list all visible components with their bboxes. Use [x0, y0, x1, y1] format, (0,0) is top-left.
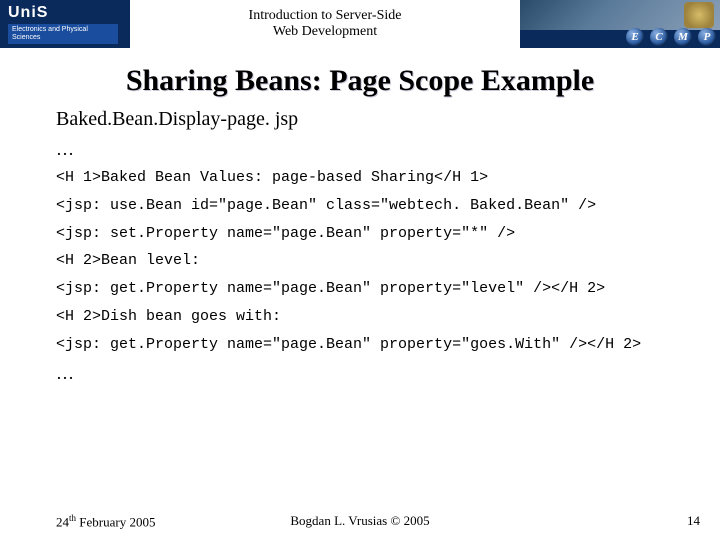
code-line: <H 2>Bean level: — [56, 252, 684, 271]
slide-header: UniS Electronics and Physical Sciences I… — [0, 0, 720, 48]
code-line: <H 2>Dish bean goes with: — [56, 308, 684, 327]
header-right: E C M P — [520, 0, 720, 48]
crest-icon — [684, 2, 714, 28]
header-left: UniS Electronics and Physical Sciences — [0, 0, 130, 48]
ellipsis-bottom: … — [56, 363, 684, 384]
code-line: <jsp: set.Property name="page.Bean" prop… — [56, 225, 684, 244]
circle-m: M — [674, 28, 692, 46]
course-title: Introduction to Server-Side Web Developm… — [130, 0, 520, 48]
university-logo: UniS — [8, 4, 130, 22]
slide-content: Baked.Bean.Display-page. jsp … <H 1>Bake… — [0, 98, 720, 384]
department-label: Electronics and Physical Sciences — [8, 24, 118, 43]
code-line: <jsp: use.Bean id="page.Bean" class="web… — [56, 197, 684, 216]
course-title-line2: Web Development — [273, 24, 377, 40]
code-line: <H 1>Baked Bean Values: page-based Shari… — [56, 169, 684, 188]
circle-e: E — [626, 28, 644, 46]
code-line: <jsp: get.Property name="page.Bean" prop… — [56, 280, 684, 299]
course-title-line1: Introduction to Server-Side — [249, 8, 402, 24]
slide-footer: 24th February 2005 Bogdan L. Vrusias © 2… — [0, 513, 720, 530]
circle-c: C — [650, 28, 668, 46]
slide-title: Sharing Beans: Page Scope Example — [0, 64, 720, 98]
module-circles: E C M P — [626, 28, 716, 46]
filename-label: Baked.Bean.Display-page. jsp — [56, 108, 684, 131]
ellipsis-top: … — [56, 139, 684, 160]
code-line: <jsp: get.Property name="page.Bean" prop… — [56, 336, 684, 355]
circle-p: P — [698, 28, 716, 46]
footer-author: Bogdan L. Vrusias © 2005 — [0, 513, 720, 529]
code-block: <H 1>Baked Bean Values: page-based Shari… — [56, 169, 684, 354]
